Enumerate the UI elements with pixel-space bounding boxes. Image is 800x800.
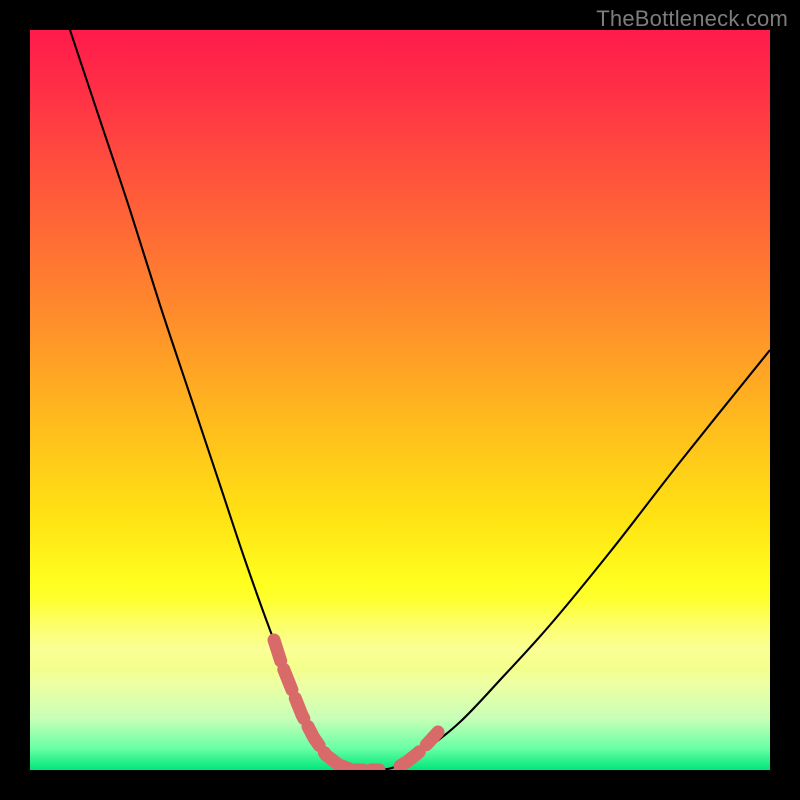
red-marker-bottom: [339, 765, 379, 770]
red-marker-left: [274, 640, 339, 765]
bottleneck-curve: [70, 30, 770, 770]
red-marker-right: [400, 732, 438, 766]
plot-area: [30, 30, 770, 770]
chart-frame: TheBottleneck.com: [0, 0, 800, 800]
curve-layer: [30, 30, 770, 770]
watermark-text: TheBottleneck.com: [596, 6, 788, 32]
